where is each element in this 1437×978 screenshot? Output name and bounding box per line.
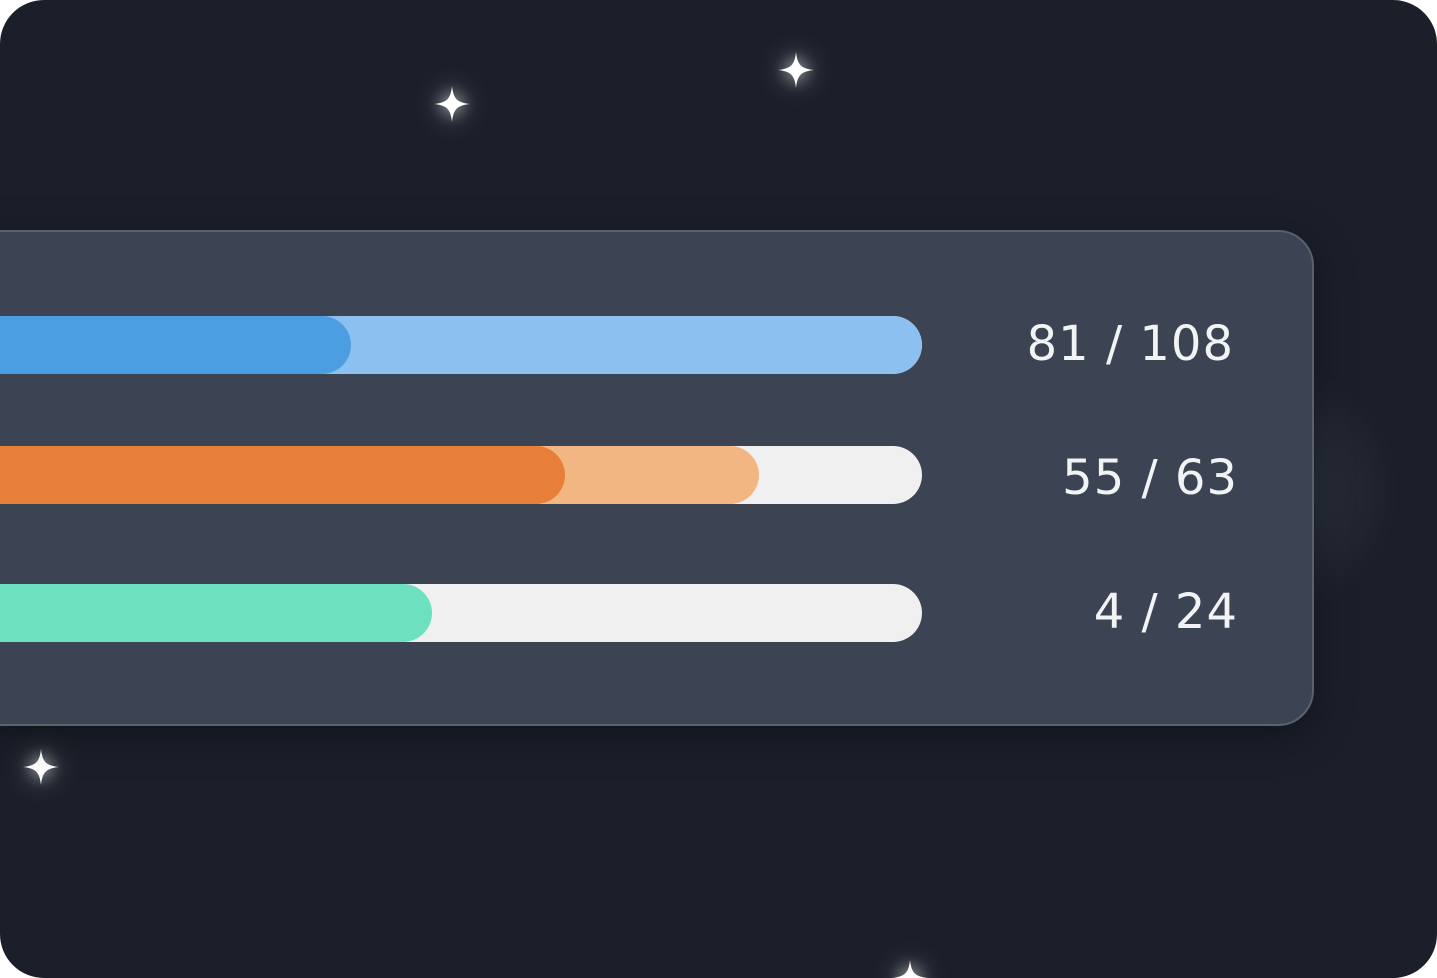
sparkle-icon — [432, 84, 472, 124]
progress-track — [0, 584, 922, 642]
sparkle-icon — [776, 50, 816, 90]
progress-panel: 81 / 108 55 / 63 4 / 24 — [0, 230, 1314, 726]
progress-primary-fill — [0, 316, 351, 374]
sparkle-icon — [890, 958, 930, 978]
progress-count-label: 4 / 24 — [1093, 584, 1238, 640]
progress-primary-fill — [0, 446, 565, 504]
progress-track — [0, 446, 922, 504]
app-canvas: 81 / 108 55 / 63 4 / 24 — [0, 0, 1437, 978]
sparkle-icon — [21, 747, 61, 787]
progress-count-label: 55 / 63 — [1062, 450, 1238, 506]
progress-track — [0, 316, 922, 374]
progress-count-label: 81 / 108 — [1026, 316, 1234, 372]
progress-primary-fill — [0, 584, 433, 642]
